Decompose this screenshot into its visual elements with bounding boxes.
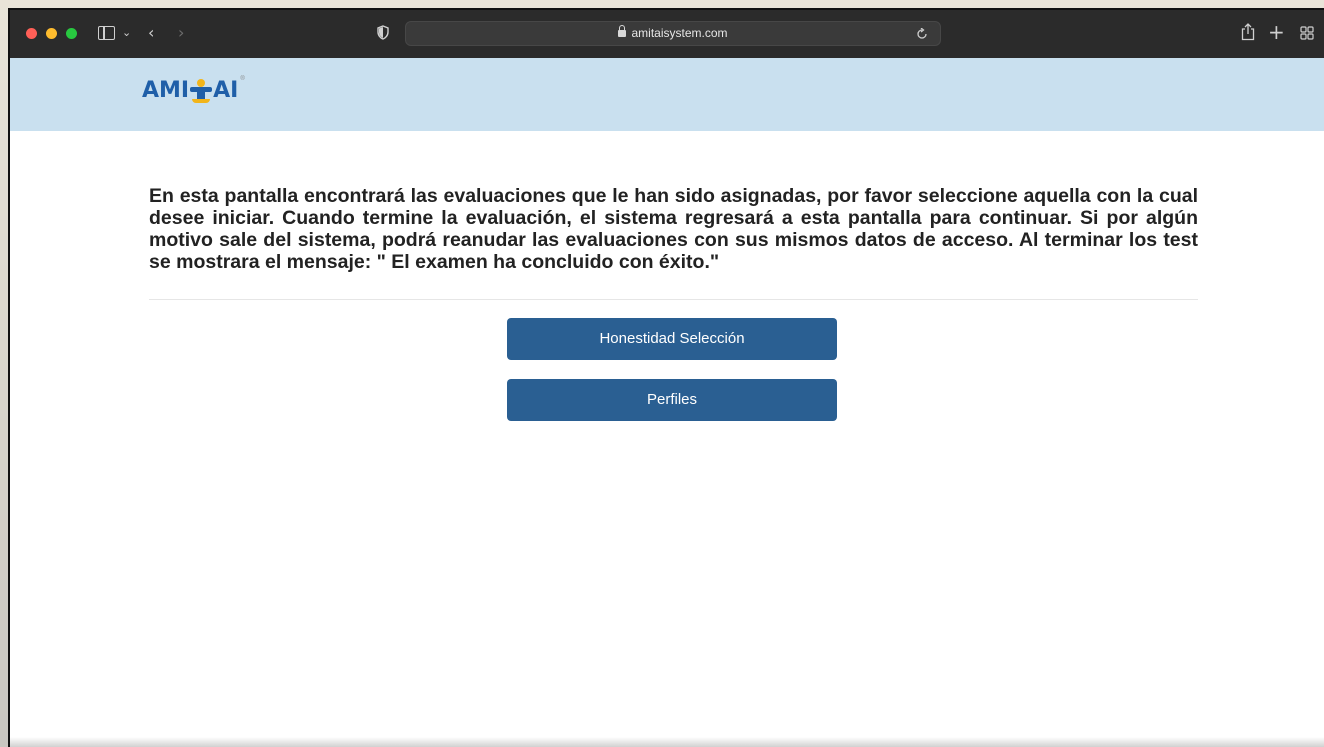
logo-figure-icon — [190, 79, 213, 103]
logo-text-right: AI — [213, 78, 239, 103]
evaluation-button-perfiles[interactable]: Perfiles — [507, 379, 837, 421]
shield-icon[interactable] — [377, 25, 389, 40]
forward-icon[interactable]: › — [178, 22, 184, 44]
divider — [149, 299, 1198, 300]
reload-icon[interactable] — [916, 28, 928, 40]
address-text: amitaisystem.com — [406, 22, 940, 45]
browser-window: ⌄ ‹ › amitaisystem.com + AMI AI ® En est… — [8, 8, 1324, 747]
browser-toolbar: ⌄ ‹ › amitaisystem.com + — [10, 10, 1324, 58]
plus-icon[interactable]: + — [1268, 21, 1285, 43]
back-icon[interactable]: ‹ — [148, 22, 154, 44]
minimize-window-button[interactable] — [46, 28, 57, 39]
logo-text-left: AMI — [142, 78, 190, 103]
instructions-text: En esta pantalla encontrará las evaluaci… — [149, 185, 1198, 273]
close-window-button[interactable] — [26, 28, 37, 39]
evaluation-button-honestidad-seleccion[interactable]: Honestidad Selección — [507, 318, 837, 360]
bottom-shade — [10, 737, 1324, 747]
amitai-logo[interactable]: AMI AI ® — [142, 76, 245, 106]
screen-frame: ⌄ ‹ › amitaisystem.com + AMI AI ® En est… — [0, 0, 1324, 747]
url-text: amitaisystem.com — [631, 26, 728, 40]
zoom-window-button[interactable] — [66, 28, 77, 39]
chevron-down-icon[interactable]: ⌄ — [122, 22, 131, 44]
lock-icon — [618, 25, 627, 37]
site-header: AMI AI ® — [10, 58, 1324, 131]
registered-mark: ® — [240, 76, 245, 82]
tab-overview-icon[interactable] — [1300, 26, 1314, 40]
share-icon[interactable] — [1241, 23, 1255, 41]
address-bar[interactable]: amitaisystem.com — [405, 21, 941, 46]
sidebar-icon[interactable] — [98, 26, 115, 40]
